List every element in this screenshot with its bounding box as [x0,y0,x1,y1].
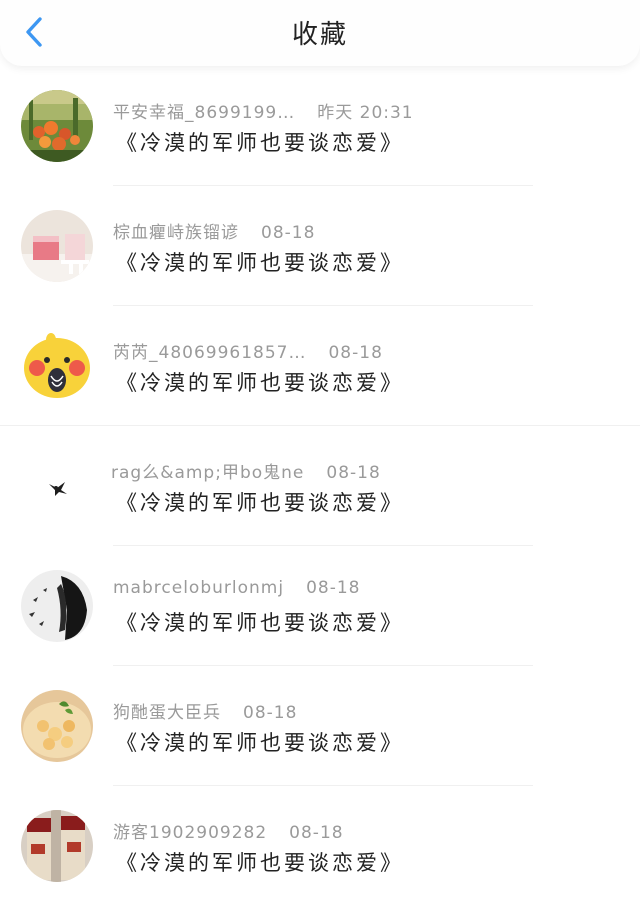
username: 狗酏蛋大臣兵 [113,703,221,723]
swallow-bird-icon [21,450,93,522]
timestamp: 08-18 [243,703,298,723]
book-title: 《冷漠的军师也要谈恋爱》 [116,251,404,275]
book-title: 《冷漠的军师也要谈恋爱》 [116,611,404,635]
tulip-garden-icon [21,90,93,162]
timestamp: 08-18 [289,823,344,843]
timestamp: 08-18 [261,223,316,243]
favorites-list: 平安幸福_8699199… 昨天 20:31 《冷漠的军师也要谈恋爱》 棕血癯峙… [0,66,640,902]
list-item[interactable]: 棕血癯峙族镏谚 08-18 《冷漠的军师也要谈恋爱》 [0,186,640,306]
list-item[interactable]: 狗酏蛋大臣兵 08-18 《冷漠的军师也要谈恋爱》 [0,666,640,786]
list-item[interactable]: mabrceloburlonmj 08-18 《冷漠的军师也要谈恋爱》 [0,546,640,666]
username: 游客1902909282 [113,823,268,843]
timestamp: 昨天 20:31 [317,103,414,123]
black-white-figure-icon [21,570,93,642]
cups-icon [21,810,93,882]
book-title: 《冷漠的军师也要谈恋爱》 [116,131,404,155]
avatar[interactable] [21,210,93,282]
avatar[interactable] [21,810,93,882]
list-item[interactable]: 游客1902909282 08-18 《冷漠的军师也要谈恋爱》 [0,786,640,902]
avatar[interactable] [21,570,93,642]
item-meta: 棕血癯峙族镏谚 08-18 [113,218,315,243]
avatar[interactable] [21,330,93,402]
username: 平安幸福_8699199… [113,103,296,123]
username: mabrceloburlonmj [113,578,285,598]
timestamp: 08-18 [326,463,381,483]
book-title: 《冷漠的军师也要谈恋爱》 [116,371,404,395]
avatar[interactable] [21,450,93,522]
username: rag么&amp;甲bo鬼ne [111,463,305,483]
list-item[interactable]: rag么&amp;甲bo鬼ne 08-18 《冷漠的军师也要谈恋爱》 [0,426,640,546]
page-title: 收藏 [291,20,348,50]
item-meta: 平安幸福_8699199… 昨天 20:31 [113,98,414,123]
favorites-screen: 收藏 平安幸福_8699199… 昨天 20:31 《冷漠的军师也要谈恋爱》 棕… [0,0,640,902]
list-item[interactable]: 平安幸福_8699199… 昨天 20:31 《冷漠的军师也要谈恋爱》 [0,66,640,186]
timestamp: 08-18 [328,343,383,363]
item-meta: rag么&amp;甲bo鬼ne 08-18 [111,458,381,483]
timestamp: 08-18 [306,578,361,598]
book-title: 《冷漠的军师也要谈恋爱》 [116,491,404,515]
username: 芮芮_48069961857… [113,343,307,363]
nav-bar: 收藏 [0,0,640,66]
item-meta: mabrceloburlonmj 08-18 [113,578,360,598]
item-meta: 狗酏蛋大臣兵 08-18 [113,698,297,723]
book-title: 《冷漠的军师也要谈恋爱》 [116,731,404,755]
item-meta: 芮芮_48069961857… 08-18 [113,338,383,363]
book-title: 《冷漠的军师也要谈恋爱》 [116,851,404,875]
avatar[interactable] [21,90,93,162]
pink-cake-icon [21,210,93,282]
food-dish-icon [21,690,93,762]
item-meta: 游客1902909282 08-18 [113,818,344,843]
list-item[interactable]: 芮芮_48069961857… 08-18 《冷漠的军师也要谈恋爱》 [0,306,640,426]
yellow-chick-icon [21,330,93,402]
username: 棕血癯峙族镏谚 [113,223,239,243]
avatar[interactable] [21,690,93,762]
